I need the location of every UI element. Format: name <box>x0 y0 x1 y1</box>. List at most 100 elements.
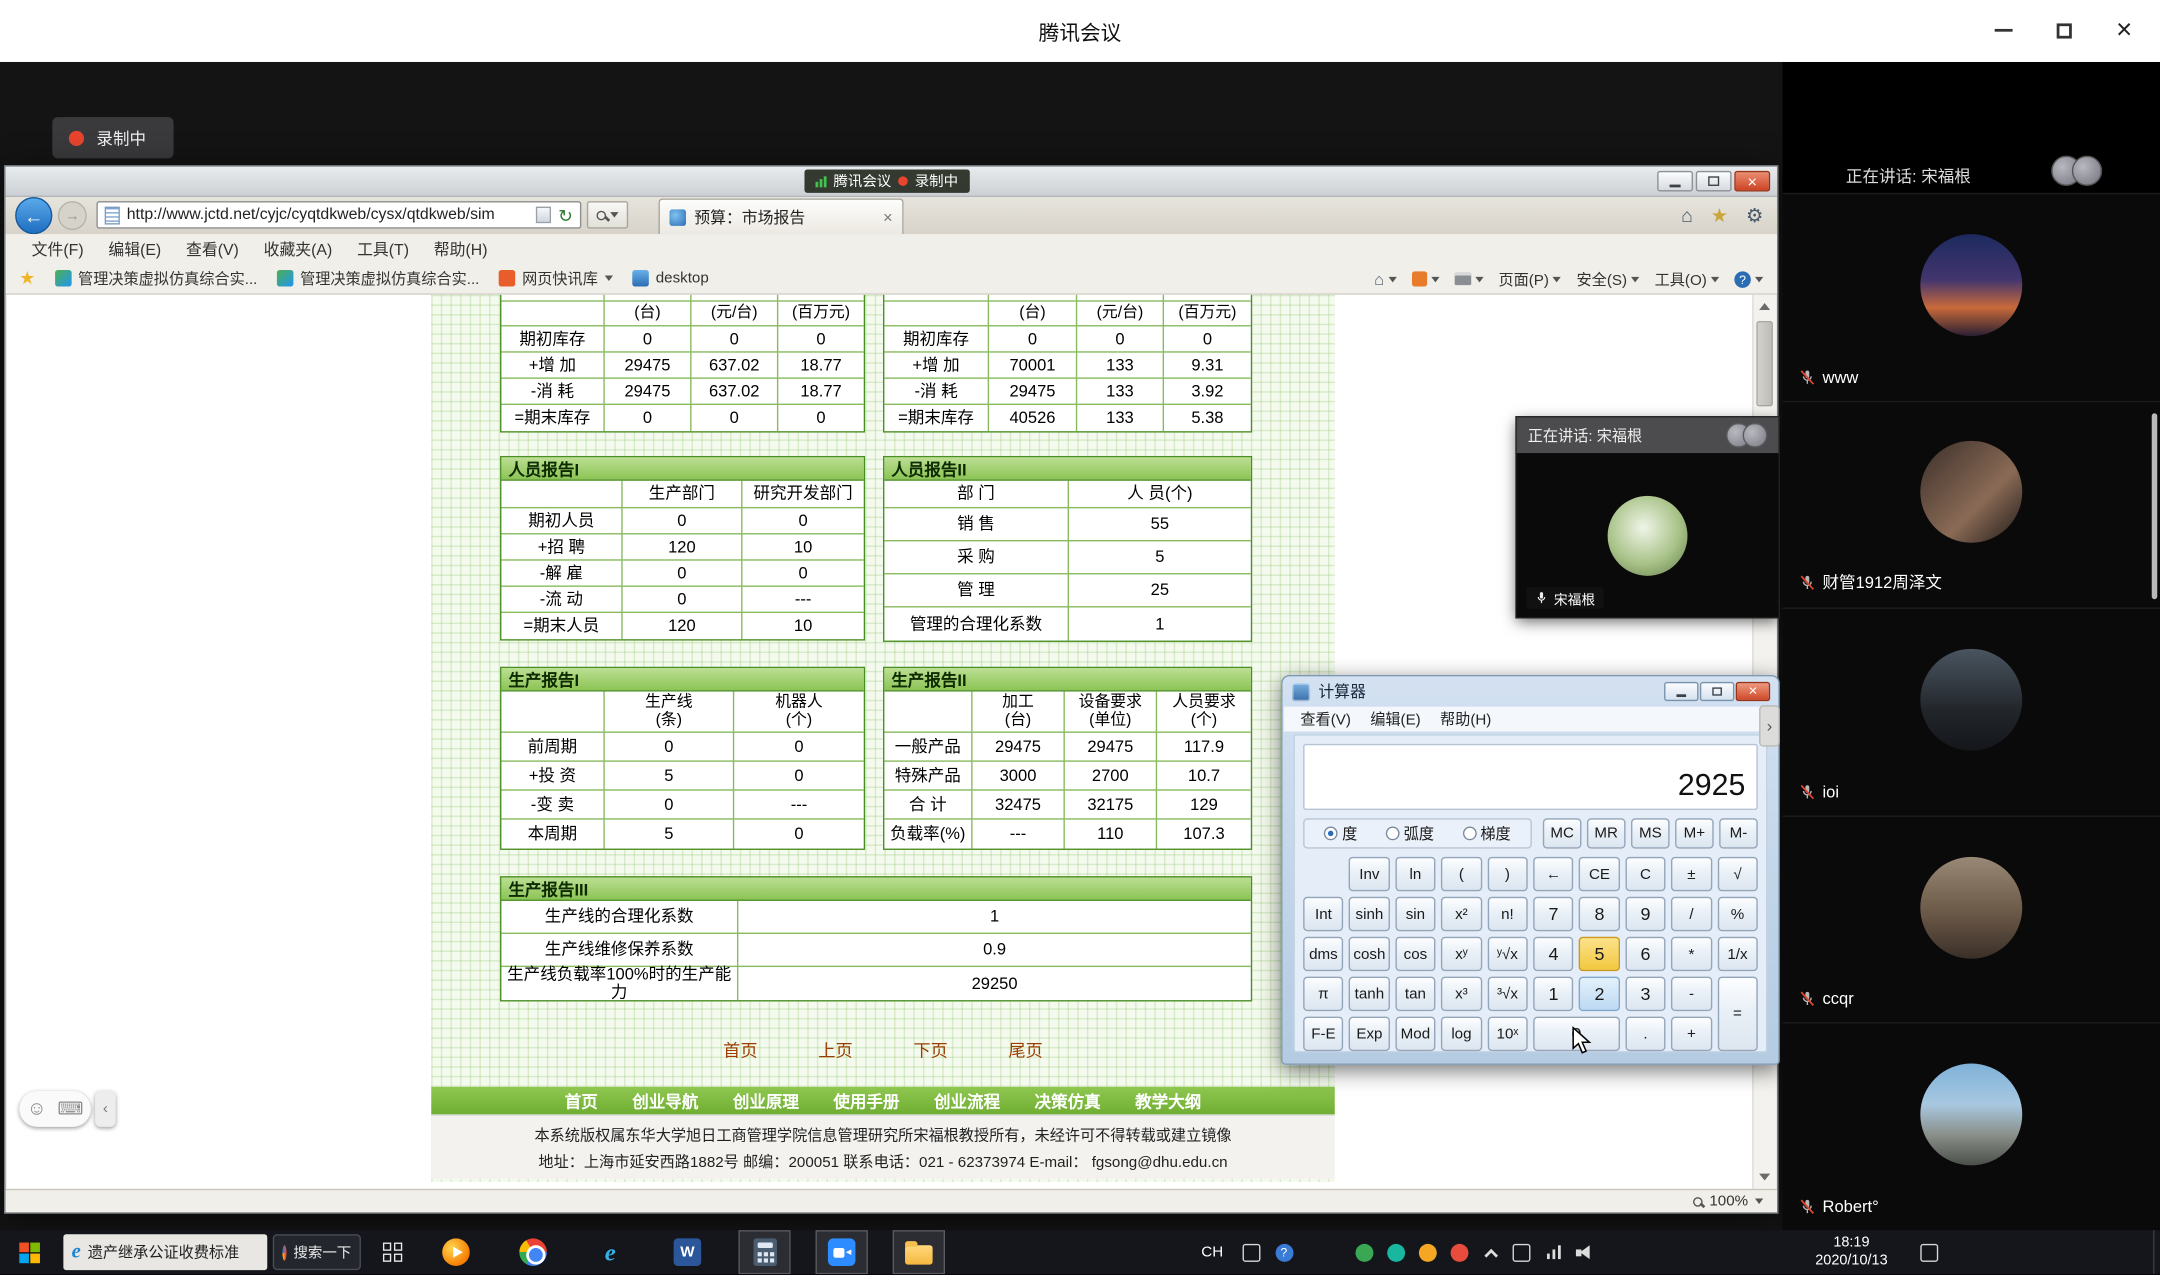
calc-button[interactable]: Inv <box>1349 857 1390 891</box>
calc-button[interactable]: π <box>1303 977 1343 1011</box>
taskbar-calculator[interactable] <box>738 1230 790 1274</box>
taskbar-ie-button[interactable]: 遗产继承公证收费标准 <box>63 1234 267 1270</box>
maximize-button[interactable] <box>2050 17 2078 45</box>
tray-app-icon[interactable] <box>1382 1230 1410 1274</box>
calc-button[interactable]: 4 <box>1533 937 1574 971</box>
calc-button[interactable]: n! <box>1487 897 1527 931</box>
active-speaker-window[interactable]: 正在讲话: 宋福根 宋福根 <box>1517 417 1779 617</box>
pagination-link[interactable]: 下页 <box>913 1036 947 1062</box>
feeds-button[interactable] <box>1412 271 1440 286</box>
ie-close-button[interactable] <box>1734 171 1770 192</box>
page-menu-button[interactable]: 页面(P) <box>1498 268 1561 290</box>
network-icon[interactable] <box>1540 1230 1568 1274</box>
site-nav-link[interactable]: 教学大纲 <box>1135 1089 1201 1112</box>
tray-app-icon[interactable] <box>1350 1230 1378 1274</box>
calculator-menu-item[interactable]: 查看(V) <box>1291 708 1361 730</box>
calc-button[interactable]: x² <box>1441 897 1482 931</box>
menu-item[interactable]: 编辑(E) <box>96 238 174 260</box>
calculator-menu-item[interactable]: 帮助(H) <box>1430 708 1501 730</box>
calculator-menu-item[interactable]: 编辑(E) <box>1361 708 1431 730</box>
calc-button[interactable]: 8 <box>1579 897 1620 931</box>
taskbar-explorer[interactable] <box>893 1230 945 1274</box>
calc-button[interactable]: Exp <box>1349 1017 1390 1051</box>
calc-button[interactable]: log <box>1441 1017 1482 1051</box>
start-button[interactable] <box>0 1230 58 1274</box>
site-nav-link[interactable]: 创业流程 <box>934 1089 1000 1112</box>
taskbar-potplayer[interactable] <box>430 1230 482 1274</box>
calc-button[interactable]: F-E <box>1303 1017 1343 1051</box>
memory-button[interactable]: M- <box>1719 818 1758 848</box>
address-bar[interactable]: http://www.jctd.net/cyjc/cyqtdkweb/cysx/… <box>96 201 581 229</box>
angle-mode-radio[interactable]: 弧度 <box>1386 822 1434 844</box>
calc-button[interactable]: 9 <box>1625 897 1665 931</box>
pagination-link[interactable]: 上页 <box>818 1036 852 1062</box>
calc-button[interactable]: 1 <box>1533 977 1574 1011</box>
taskbar-word[interactable] <box>661 1230 713 1274</box>
calc-button[interactable]: cos <box>1395 937 1435 971</box>
zoom-control[interactable]: 100% <box>1693 1190 1763 1212</box>
emoji-icon[interactable] <box>27 1097 47 1122</box>
angle-mode-radio[interactable]: 度 <box>1324 822 1357 844</box>
calc-button[interactable]: x³ <box>1441 977 1482 1011</box>
favorites-bar-item[interactable]: 网页快讯库 <box>499 267 613 289</box>
tray-message-icon[interactable] <box>1237 1230 1265 1274</box>
home-menu-button[interactable] <box>1374 268 1396 290</box>
calc-button[interactable]: = <box>1717 977 1757 1051</box>
favorites-bar-item[interactable]: 管理决策虚拟仿真综合实... <box>277 267 480 289</box>
calc-button[interactable]: Mod <box>1395 1017 1435 1051</box>
minimize-button[interactable] <box>1989 17 2017 45</box>
calc-button[interactable]: dms <box>1303 937 1343 971</box>
keyboard-icon[interactable] <box>58 1097 84 1122</box>
calc-button[interactable]: xʸ <box>1441 937 1482 971</box>
calc-button[interactable]: ln <box>1395 857 1435 891</box>
calc-button[interactable]: + <box>1671 1017 1712 1051</box>
participant-video[interactable]: Robert° <box>1783 1023 2160 1230</box>
scroll-down-arrow[interactable] <box>1754 1165 1776 1188</box>
menu-item[interactable]: 收藏夹(A) <box>251 238 344 260</box>
calc-button[interactable]: ± <box>1671 857 1712 891</box>
menu-item[interactable]: 工具(T) <box>345 238 422 260</box>
calc-button[interactable]: CE <box>1579 857 1620 891</box>
calc-button[interactable]: ³√x <box>1487 977 1527 1011</box>
memory-button[interactable]: MR <box>1587 818 1626 848</box>
browser-tab[interactable]: 预算：市场报告 <box>658 198 903 234</box>
calc-button[interactable]: 7 <box>1533 897 1574 931</box>
search-dropdown-button[interactable] <box>587 201 628 229</box>
calc-button[interactable]: tan <box>1395 977 1435 1011</box>
calc-button[interactable]: 1/x <box>1717 937 1757 971</box>
ime-indicator[interactable]: CH <box>1196 1230 1229 1274</box>
calc-button[interactable]: ( <box>1441 857 1482 891</box>
calc-button[interactable]: C <box>1625 857 1665 891</box>
calc-minimize-button[interactable] <box>1664 682 1698 701</box>
menu-item[interactable]: 文件(F) <box>19 238 96 260</box>
calc-button[interactable]: / <box>1671 897 1712 931</box>
calc-button[interactable]: 5 <box>1579 937 1620 971</box>
tray-expand-icon[interactable] <box>1477 1230 1505 1274</box>
gear-icon[interactable] <box>1746 204 1763 226</box>
print-button[interactable] <box>1454 273 1483 285</box>
task-view-button[interactable] <box>366 1230 418 1274</box>
tray-app-icon[interactable] <box>1413 1230 1441 1274</box>
calc-button[interactable]: ← <box>1533 857 1574 891</box>
taskbar-clock[interactable]: 18:19 2020/10/13 <box>1807 1234 1895 1270</box>
calc-close-button[interactable] <box>1736 682 1770 701</box>
memory-button[interactable]: MS <box>1631 818 1670 848</box>
calc-button[interactable]: sinh <box>1349 897 1390 931</box>
calc-button[interactable]: √ <box>1717 857 1757 891</box>
calc-button[interactable]: Int <box>1303 897 1343 931</box>
calc-button[interactable]: * <box>1671 937 1712 971</box>
site-nav-link[interactable]: 使用手册 <box>833 1089 899 1112</box>
taskbar-ie[interactable] <box>584 1230 636 1274</box>
panel-expander[interactable] <box>1759 705 1780 746</box>
tray-app-icon[interactable] <box>1445 1230 1473 1274</box>
calc-button[interactable]: ) <box>1487 857 1527 891</box>
menu-item[interactable]: 查看(V) <box>174 238 252 260</box>
scrollbar-thumb[interactable] <box>1756 321 1773 406</box>
tray-flag-icon[interactable] <box>1507 1230 1535 1274</box>
site-nav-link[interactable]: 首页 <box>565 1089 598 1112</box>
ie-minimize-button[interactable] <box>1657 171 1693 192</box>
scroll-up-arrow[interactable] <box>1754 295 1776 318</box>
calc-button[interactable]: tanh <box>1349 977 1390 1011</box>
sidebar-scrollbar-thumb[interactable] <box>2152 413 2158 599</box>
compatibility-view-icon[interactable] <box>536 207 551 224</box>
